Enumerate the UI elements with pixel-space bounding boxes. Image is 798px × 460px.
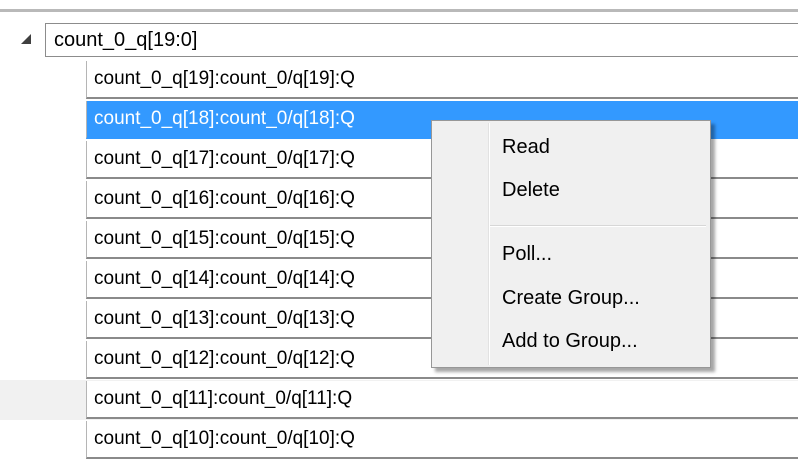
signal-label[interactable]: count_0_q[11]:count_0/q[11]:Q: [86, 381, 798, 419]
menu-separator: [490, 225, 706, 227]
header-divider: [0, 0, 798, 14]
context-menu: Read Delete Poll... Create Group... Add …: [431, 120, 711, 368]
signal-label[interactable]: count_0_q[19]:count_0/q[19]:Q: [86, 61, 798, 99]
table-row[interactable]: count_0_q[19]:count_0/q[19]:Q: [0, 60, 798, 100]
tree-parent-label[interactable]: count_0_q[19:0]: [45, 23, 798, 57]
table-row[interactable]: count_0_q[10]:count_0/q[10]:Q: [0, 420, 798, 460]
menu-item-create-group[interactable]: Create Group...: [434, 279, 708, 317]
expanded-triangle-icon[interactable]: [15, 30, 37, 52]
menu-item-delete[interactable]: Delete: [434, 171, 708, 209]
menu-item-add-to-group[interactable]: Add to Group...: [434, 322, 708, 360]
menu-item-read[interactable]: Read: [434, 128, 708, 166]
signal-label[interactable]: count_0_q[10]:count_0/q[10]:Q: [86, 421, 798, 459]
tree-parent-row[interactable]: count_0_q[19:0]: [0, 20, 798, 60]
table-row[interactable]: count_0_q[11]:count_0/q[11]:Q: [0, 380, 798, 420]
menu-item-poll[interactable]: Poll...: [434, 235, 708, 273]
